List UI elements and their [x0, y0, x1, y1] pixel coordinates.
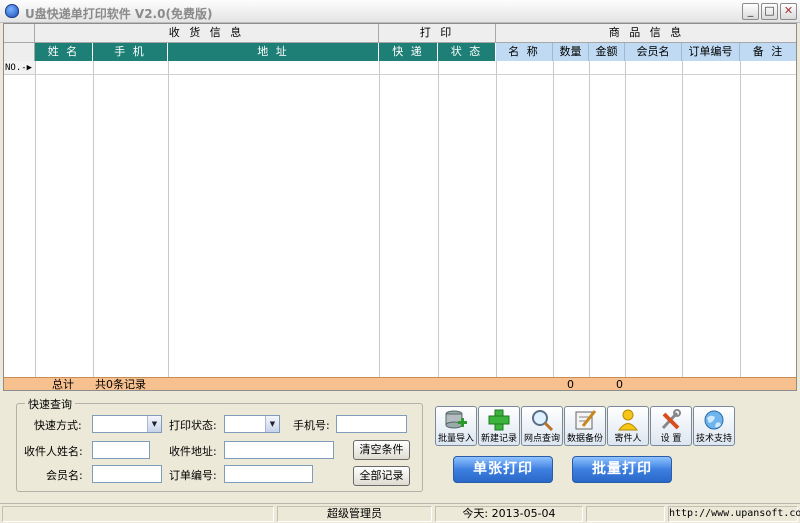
tools-icon: [659, 409, 683, 431]
col-name-header[interactable]: 姓 名: [35, 43, 93, 61]
receiver-name-label: 收件人姓名:: [24, 445, 83, 458]
col-qty-header[interactable]: 数量: [553, 43, 589, 61]
new-record-button[interactable]: 新建记录: [478, 406, 520, 446]
database-import-icon: [444, 409, 468, 431]
chevron-down-icon[interactable]: ▼: [265, 416, 279, 432]
print-status-label: 打印状态:: [169, 419, 217, 432]
phone-input[interactable]: [336, 415, 407, 433]
group-receiver-header: 收 货 信 息: [35, 24, 379, 43]
group-print-header: 打 印: [379, 24, 496, 43]
print-status-select[interactable]: ▼: [224, 415, 280, 433]
express-select[interactable]: ▼: [92, 415, 162, 433]
records-grid[interactable]: 收 货 信 息 打 印 商 品 信 息 姓 名 手 机 地 址 快 递 状 态 …: [3, 23, 797, 391]
quick-search-group: 快速查询 快速方式: ▼ 打印状态: ▼ 手机号: 收件人姓名: 收件地址: 清…: [16, 396, 423, 492]
order-no-label: 订单编号:: [169, 469, 217, 482]
new-record-label: 新建记录: [480, 434, 517, 444]
status-bar: 超级管理员 今天: 2013-05-04 http://www.upansoft…: [0, 503, 800, 523]
col-address-header[interactable]: 地 址: [168, 43, 379, 61]
corner-header: [4, 24, 35, 43]
col-order-header[interactable]: 订单编号: [682, 43, 740, 61]
tech-support-button[interactable]: 技术支持: [693, 406, 735, 446]
person-icon: [616, 409, 640, 431]
col-status-header[interactable]: 状 态: [438, 43, 496, 61]
col-phone-header[interactable]: 手 机: [93, 43, 168, 61]
batch-print-button[interactable]: 批量打印: [572, 456, 672, 483]
branch-query-button[interactable]: 网点查询: [521, 406, 563, 446]
member-label: 会员名:: [46, 469, 83, 482]
website-link[interactable]: http://www.upansoft.com: [668, 506, 800, 522]
sender-button[interactable]: 寄件人: [607, 406, 649, 446]
close-button[interactable]: ✕: [780, 3, 797, 20]
sender-label: 寄件人: [614, 434, 642, 444]
col-remark-header[interactable]: 备 注: [740, 43, 796, 61]
batch-import-label: 批量导入: [437, 434, 474, 444]
magnifier-icon: [530, 409, 554, 432]
address-input[interactable]: [224, 441, 334, 459]
settings-label: 设 置: [660, 434, 682, 444]
clear-conditions-button[interactable]: 清空条件: [353, 440, 410, 460]
window-title: U盘快递单打印软件 V2.0(免费版): [25, 7, 213, 21]
express-label: 快速方式:: [34, 419, 82, 432]
total-amount: 0: [616, 378, 623, 391]
row-indicator[interactable]: NO.-▶: [4, 61, 35, 75]
total-qty: 0: [567, 378, 574, 391]
settings-button[interactable]: 设 置: [650, 406, 692, 446]
group-goods-header: 商 品 信 息: [496, 24, 796, 43]
tech-support-label: 技术支持: [695, 434, 732, 444]
backup-icon: [573, 409, 597, 431]
single-print-button[interactable]: 单张打印: [453, 456, 553, 483]
col-amount-header[interactable]: 金额: [589, 43, 625, 61]
quick-search-legend: 快速查询: [25, 396, 75, 412]
order-no-input[interactable]: [224, 465, 313, 483]
member-input[interactable]: [92, 465, 162, 483]
app-shield-icon: [5, 4, 19, 18]
batch-import-button[interactable]: 批量导入: [435, 406, 477, 446]
data-backup-button[interactable]: 数据备份: [564, 406, 606, 446]
data-backup-label: 数据备份: [566, 434, 603, 444]
minimize-button[interactable]: _: [742, 3, 759, 20]
col-express-header[interactable]: 快 递: [379, 43, 438, 61]
phone-label: 手机号:: [293, 419, 330, 432]
globe-icon: [702, 409, 726, 431]
title-bar: U盘快递单打印软件 V2.0(免费版) _ □ ✕: [0, 0, 800, 23]
branch-query-label: 网点查询: [523, 434, 560, 444]
current-date: 今天: 2013-05-04: [435, 506, 583, 522]
chevron-down-icon[interactable]: ▼: [147, 416, 161, 432]
maximize-button[interactable]: □: [761, 3, 778, 20]
col-product-header[interactable]: 名 称: [496, 43, 553, 61]
totals-row: 总计 共0条记录 0 0: [4, 377, 796, 391]
totals-label: 总计: [52, 378, 74, 391]
record-count: 共0条记录: [95, 378, 146, 391]
receiver-name-input[interactable]: [92, 441, 150, 459]
all-records-button[interactable]: 全部记录: [353, 466, 410, 486]
table-row[interactable]: [35, 61, 796, 75]
add-record-icon: [487, 409, 511, 431]
current-user: 超级管理员: [277, 506, 432, 522]
col-member-header[interactable]: 会员名: [625, 43, 682, 61]
address-label: 收件地址:: [169, 445, 217, 458]
